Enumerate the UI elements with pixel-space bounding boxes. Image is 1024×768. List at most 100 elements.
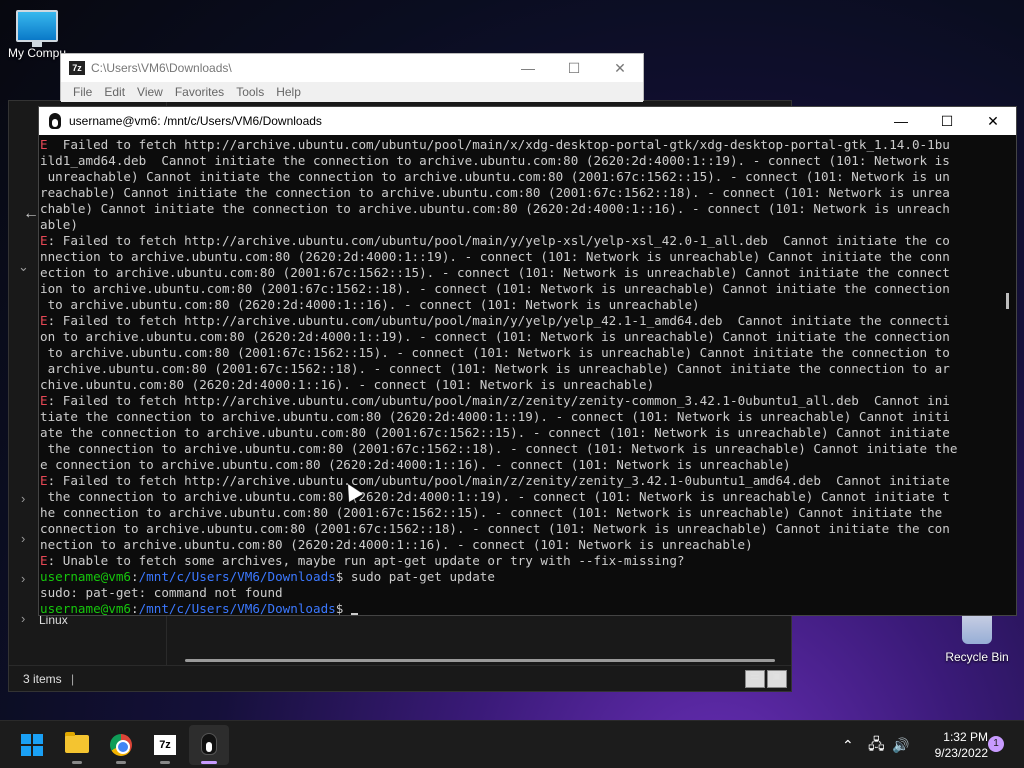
close-button[interactable]: ✕ bbox=[597, 54, 643, 82]
terminal-text: archive.ubuntu.com:80 (2001:67c:1562::18… bbox=[40, 361, 950, 376]
menu-view[interactable]: View bbox=[131, 82, 169, 102]
terminal-output[interactable]: E Failed to fetch http://archive.ubuntu.… bbox=[39, 135, 998, 615]
terminal-line: username@vm6:/mnt/c/Users/VM6/Downloads$… bbox=[40, 569, 998, 585]
prompt-user: username@vm6 bbox=[40, 601, 131, 615]
minimize-button[interactable]: — bbox=[505, 54, 551, 82]
terminal-text: to archive.ubuntu.com:80 (2001:67c:1562:… bbox=[40, 345, 950, 360]
chevron-down-icon[interactable]: ⌄ bbox=[18, 259, 29, 275]
terminal-text: reachable) Cannot initiate the connectio… bbox=[40, 185, 950, 200]
error-marker: E bbox=[40, 233, 48, 248]
terminal-line: reachable) Cannot initiate the connectio… bbox=[40, 185, 998, 201]
recycle-bin-desktop-icon[interactable]: Recycle Bin bbox=[940, 612, 1014, 664]
7zip-title: C:\Users\VM6\Downloads\ bbox=[91, 61, 232, 75]
terminal-text: $ bbox=[335, 601, 351, 615]
menu-help[interactable]: Help bbox=[270, 82, 307, 102]
notification-badge[interactable]: 1 bbox=[988, 736, 1004, 752]
text-cursor bbox=[350, 613, 358, 615]
details-view-button[interactable]: ☰ bbox=[745, 670, 765, 688]
terminal-title-bar[interactable]: username@vm6: /mnt/c/Users/VM6/Downloads… bbox=[39, 107, 1016, 135]
taskbar-7zip[interactable]: 7z bbox=[145, 725, 185, 765]
running-indicator bbox=[160, 761, 170, 764]
terminal-text: : bbox=[131, 601, 139, 615]
terminal-line: E Failed to fetch http://archive.ubuntu.… bbox=[40, 137, 998, 153]
terminal-line: ection to archive.ubuntu.com:80 (2001:67… bbox=[40, 265, 998, 281]
terminal-line: E: Failed to fetch http://archive.ubuntu… bbox=[40, 473, 998, 489]
terminal-text: ion to archive.ubuntu.com:80 (2001:67c:1… bbox=[40, 281, 950, 296]
prompt-path: /mnt/c/Users/VM6/Downloads bbox=[138, 569, 336, 584]
windows-logo-icon bbox=[21, 734, 43, 756]
chevron-right-icon[interactable]: › bbox=[21, 611, 25, 626]
back-arrow-icon[interactable]: ← bbox=[23, 205, 39, 223]
terminal-text: unreachable) Cannot initiate the connect… bbox=[40, 169, 950, 184]
terminal-text: Failed to fetch http://archive.ubuntu.co… bbox=[47, 137, 950, 152]
close-button[interactable]: ✕ bbox=[970, 107, 1016, 135]
7zip-title-bar[interactable]: 7z C:\Users\VM6\Downloads\ — ☐ ✕ bbox=[61, 54, 643, 82]
terminal-line: sudo: pat-get: command not found bbox=[40, 585, 998, 601]
terminal-text: sudo: pat-get: command not found bbox=[40, 585, 283, 600]
terminal-line: to archive.ubuntu.com:80 (2620:2d:4000:1… bbox=[40, 297, 998, 313]
clock[interactable]: 1:32 PM 9/23/2022 bbox=[916, 729, 988, 761]
terminal-text: e connection to archive.ubuntu.com:80 (2… bbox=[40, 457, 791, 472]
folder-icon bbox=[65, 732, 89, 753]
terminal-text: : bbox=[131, 569, 139, 584]
taskbar: 7z ⌃ 🖧 🔊 1:32 PM 9/23/2022 bbox=[0, 720, 1024, 768]
terminal-line: E: Unable to fetch some archives, maybe … bbox=[40, 553, 998, 569]
minimize-button[interactable]: — bbox=[878, 107, 924, 135]
terminal-line: ild1_amd64.deb Cannot initiate the conne… bbox=[40, 153, 998, 169]
terminal-text: ection to archive.ubuntu.com:80 (2001:67… bbox=[40, 265, 950, 280]
7zip-icon: 7z bbox=[154, 735, 176, 755]
terminal-text: chive.ubuntu.com:80 (2620:2d:4000:1::16)… bbox=[40, 377, 655, 392]
menu-favorites[interactable]: Favorites bbox=[169, 82, 230, 102]
error-marker: E bbox=[40, 393, 48, 408]
terminal-text: able) bbox=[40, 217, 78, 232]
large-icons-view-button[interactable]: ▣ bbox=[767, 670, 787, 688]
terminal-text: he connection to archive.ubuntu.com:80 (… bbox=[40, 505, 943, 520]
terminal-line: ion to archive.ubuntu.com:80 (2001:67c:1… bbox=[40, 281, 998, 297]
tux-penguin-icon bbox=[49, 113, 61, 129]
terminal-line: E: Failed to fetch http://archive.ubuntu… bbox=[40, 313, 998, 329]
7zip-menu-bar: File Edit View Favorites Tools Help bbox=[61, 82, 643, 102]
terminal-line: tiate the connection to archive.ubuntu.c… bbox=[40, 409, 998, 425]
terminal-text: ild1_amd64.deb Cannot initiate the conne… bbox=[40, 153, 950, 168]
terminal-line: e connection to archive.ubuntu.com:80 (2… bbox=[40, 457, 998, 473]
terminal-line: the connection to archive.ubuntu.com:80 … bbox=[40, 489, 998, 505]
terminal-line: E: Failed to fetch http://archive.ubuntu… bbox=[40, 393, 998, 409]
terminal-scrollbar-thumb[interactable] bbox=[1006, 293, 1009, 309]
chevron-right-icon[interactable]: › bbox=[21, 531, 25, 546]
chevron-right-icon[interactable]: › bbox=[21, 571, 25, 586]
chevron-right-icon[interactable]: › bbox=[21, 491, 25, 506]
7zip-window: 7z C:\Users\VM6\Downloads\ — ☐ ✕ File Ed… bbox=[60, 53, 644, 102]
terminal-text: nection to archive.ubuntu.com:80 (2620:2… bbox=[40, 537, 753, 552]
chevron-up-icon[interactable]: ⌃ bbox=[842, 721, 854, 768]
taskbar-ubuntu-terminal[interactable] bbox=[189, 725, 229, 765]
terminal-line: chable) Cannot initiate the connection t… bbox=[40, 201, 998, 217]
running-indicator bbox=[116, 761, 126, 764]
terminal-text: : Failed to fetch http://archive.ubuntu.… bbox=[47, 313, 950, 328]
terminal-text: connection to archive.ubuntu.com:80 (200… bbox=[40, 521, 950, 536]
terminal-line: connection to archive.ubuntu.com:80 (200… bbox=[40, 521, 998, 537]
horizontal-scrollbar[interactable] bbox=[185, 659, 775, 662]
status-divider: | bbox=[71, 672, 75, 686]
terminal-text: : Unable to fetch some archives, maybe r… bbox=[47, 553, 685, 568]
chrome-icon bbox=[110, 734, 132, 756]
prompt-path: /mnt/c/Users/VM6/Downloads bbox=[138, 601, 336, 615]
terminal-line: he connection to archive.ubuntu.com:80 (… bbox=[40, 505, 998, 521]
maximize-button[interactable]: ☐ bbox=[551, 54, 597, 82]
taskbar-file-explorer[interactable] bbox=[57, 725, 97, 765]
terminal-line: to archive.ubuntu.com:80 (2001:67c:1562:… bbox=[40, 345, 998, 361]
network-icon[interactable]: 🖧 bbox=[868, 721, 885, 768]
terminal-line: on to archive.ubuntu.com:80 (2620:2d:400… bbox=[40, 329, 998, 345]
terminal-text: to archive.ubuntu.com:80 (2620:2d:4000:1… bbox=[40, 297, 700, 312]
recycle-bin-label: Recycle Bin bbox=[945, 650, 1009, 664]
terminal-text: on to archive.ubuntu.com:80 (2620:2d:400… bbox=[40, 329, 950, 344]
start-button[interactable] bbox=[12, 725, 52, 765]
explorer-status-bar: 3 items | ☰ ▣ bbox=[9, 665, 791, 691]
maximize-button[interactable]: ☐ bbox=[924, 107, 970, 135]
volume-icon[interactable]: 🔊 bbox=[892, 721, 909, 768]
taskbar-chrome[interactable] bbox=[101, 725, 141, 765]
menu-edit[interactable]: Edit bbox=[98, 82, 131, 102]
prompt-user: username@vm6 bbox=[40, 569, 131, 584]
menu-file[interactable]: File bbox=[67, 82, 98, 102]
terminal-text: the connection to archive.ubuntu.com:80 … bbox=[40, 489, 950, 504]
menu-tools[interactable]: Tools bbox=[230, 82, 270, 102]
